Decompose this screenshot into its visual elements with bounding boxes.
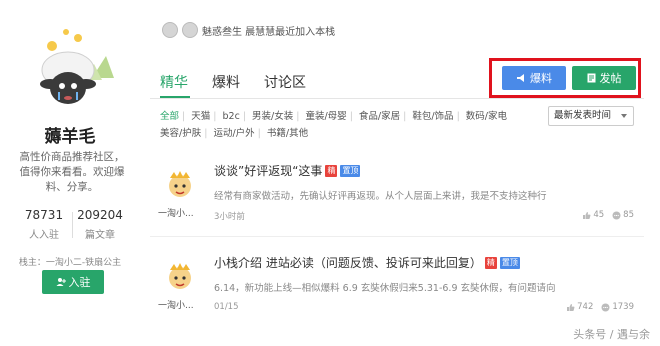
member-avatar[interactable] bbox=[162, 22, 178, 38]
thumbs-up-icon bbox=[583, 211, 591, 219]
pinned-badge: 置顶 bbox=[340, 164, 361, 177]
post-stats: 742 1739 bbox=[566, 302, 634, 312]
post-excerpt: 经常有商家做活动，先确认好评再返现。从个人层面上来讲，我是不支持这种行 bbox=[214, 191, 547, 202]
recent-joined-text: 魅惑叁生 晨慧慧最近加入本栈 bbox=[202, 26, 336, 38]
tab-baoliao[interactable]: 爆料 bbox=[212, 72, 240, 92]
comment-icon bbox=[612, 211, 621, 219]
category-filter: 全部 | 天猫 | b2c | 男装/女装 | 童装/母婴 | 食品/家居 | 鞋包/饰品 |… bbox=[160, 108, 540, 142]
post-item[interactable]: 一淘小... 小栈介绍 进站必读（问题反馈、投诉可来此回复） 精 置顶 6.14… bbox=[150, 250, 644, 340]
likes-stat[interactable]: 45 bbox=[582, 210, 604, 220]
comments-stat[interactable]: 1739 bbox=[601, 302, 634, 312]
category-item[interactable]: 天猫 bbox=[191, 108, 210, 125]
post-excerpt: 6.14，新功能上线—相似爆料 6.9 玄奘休假归来5.31-6.9 玄奘休假，… bbox=[214, 283, 556, 294]
content-tabs: 精华 爆料 讨论区 bbox=[160, 72, 306, 92]
megaphone-icon bbox=[517, 74, 524, 82]
group-name: 薅羊毛 bbox=[44, 127, 96, 147]
articles-stat: 209204 篇文章 bbox=[74, 208, 126, 241]
articles-label: 篇文章 bbox=[85, 230, 115, 241]
group-sidebar: 薅羊毛 高性价商品推荐社区，值得你来看看。欢迎爆料、分享。 78731 人入驻 … bbox=[0, 0, 140, 300]
group-avatar bbox=[22, 18, 118, 114]
recent-joined-bar: 魅惑叁生 晨慧慧最近加入本栈 bbox=[162, 20, 335, 40]
stats-divider bbox=[72, 212, 73, 238]
category-separator: | bbox=[257, 128, 261, 139]
members-count: 78731 bbox=[24, 208, 64, 222]
category-separator: | bbox=[182, 111, 186, 122]
category-separator: | bbox=[456, 111, 460, 122]
category-separator: | bbox=[296, 111, 300, 122]
group-stats: 78731 人入驻 209204 篇文章 bbox=[18, 208, 126, 242]
sort-select[interactable]: 最新发表时间 bbox=[548, 106, 634, 126]
chevron-down-icon bbox=[621, 114, 627, 118]
avatar-king-icon bbox=[169, 263, 191, 289]
category-separator: | bbox=[349, 111, 353, 122]
category-separator: | bbox=[403, 111, 407, 122]
members-label: 人入驻 bbox=[29, 230, 59, 241]
post-time: 3小时前 bbox=[214, 212, 245, 222]
category-separator: | bbox=[242, 111, 247, 122]
category-separator: | bbox=[204, 128, 208, 139]
post-button[interactable]: 发帖 bbox=[572, 66, 636, 90]
post-title[interactable]: 小栈介绍 进站必读（问题反馈、投诉可来此回复） 精 置顶 bbox=[214, 254, 520, 271]
tab-jinghua[interactable]: 精华 bbox=[160, 72, 188, 92]
main-content: 魅惑叁生 晨慧慧最近加入本栈 精华 爆料 讨论区 爆料 发帖 全部 | 天猫 | b… bbox=[150, 0, 650, 346]
comments-stat[interactable]: 85 bbox=[612, 210, 634, 220]
comments-count: 1739 bbox=[612, 302, 634, 312]
document-icon bbox=[587, 73, 595, 83]
category-item[interactable]: 运动/户外 bbox=[213, 125, 254, 142]
join-button[interactable]: 入驻 bbox=[42, 270, 104, 294]
watermark: 头条号 / 遇与余 bbox=[573, 328, 650, 341]
category-item[interactable]: 书籍/其他 bbox=[267, 125, 308, 142]
category-separator: | bbox=[213, 111, 217, 122]
post-author[interactable]: 一淘小... bbox=[158, 206, 202, 219]
post-label: 发帖 bbox=[599, 72, 622, 85]
member-avatar[interactable] bbox=[182, 22, 198, 38]
category-item[interactable]: 美容/护肤 bbox=[160, 125, 201, 142]
articles-count: 209204 bbox=[77, 208, 123, 222]
group-description: 高性价商品推荐社区，值得你来看看。欢迎爆料、分享。 bbox=[19, 151, 125, 193]
category-item[interactable]: 数码/家电 bbox=[466, 108, 507, 125]
likes-stat[interactable]: 742 bbox=[566, 302, 593, 312]
featured-badge: 精 bbox=[484, 256, 497, 269]
members-stat: 78731 人入驻 bbox=[18, 208, 70, 241]
featured-badge: 精 bbox=[325, 164, 338, 177]
user-plus-icon bbox=[56, 278, 66, 286]
sheep-mascot-icon bbox=[22, 18, 118, 114]
pinned-badge: 置顶 bbox=[499, 256, 520, 269]
baoliao-label: 爆料 bbox=[530, 72, 552, 85]
baoliao-button[interactable]: 爆料 bbox=[502, 66, 566, 90]
category-item[interactable]: 食品/家居 bbox=[359, 108, 400, 125]
category-item[interactable]: 男装/女装 bbox=[252, 108, 293, 125]
group-owner: 栈主：一淘小二-铁扇公主 bbox=[18, 258, 122, 268]
thumbs-up-icon bbox=[567, 303, 575, 311]
post-item[interactable]: 一淘小... 谈谈”好评返现“这事 精 置顶 经常有商家做活动，先确认好评再返现… bbox=[150, 158, 644, 248]
tab-discussion[interactable]: 讨论区 bbox=[264, 72, 306, 92]
tabs-divider bbox=[150, 98, 644, 99]
likes-count: 742 bbox=[577, 302, 594, 312]
post-title-text[interactable]: 谈谈”好评返现“这事 bbox=[214, 162, 322, 179]
category-item[interactable]: 鞋包/饰品 bbox=[412, 108, 453, 125]
avatar-king-icon bbox=[169, 171, 191, 197]
comments-count: 85 bbox=[623, 210, 634, 220]
post-divider bbox=[150, 236, 644, 237]
post-title-text[interactable]: 小栈介绍 进站必读（问题反馈、投诉可来此回复） bbox=[214, 254, 482, 271]
post-title[interactable]: 谈谈”好评返现“这事 精 置顶 bbox=[214, 162, 361, 179]
category-item[interactable]: b2c bbox=[223, 108, 240, 125]
post-time: 01/15 bbox=[214, 302, 239, 312]
comment-icon bbox=[601, 303, 610, 311]
post-stats: 45 85 bbox=[582, 210, 634, 220]
likes-count: 45 bbox=[593, 210, 605, 220]
sort-selected-value: 最新发表时间 bbox=[554, 110, 612, 121]
category-item[interactable]: 全部 bbox=[160, 108, 179, 125]
join-label: 入驻 bbox=[68, 276, 91, 289]
category-item[interactable]: 童装/母婴 bbox=[305, 108, 346, 125]
post-author[interactable]: 一淘小... bbox=[158, 298, 202, 311]
